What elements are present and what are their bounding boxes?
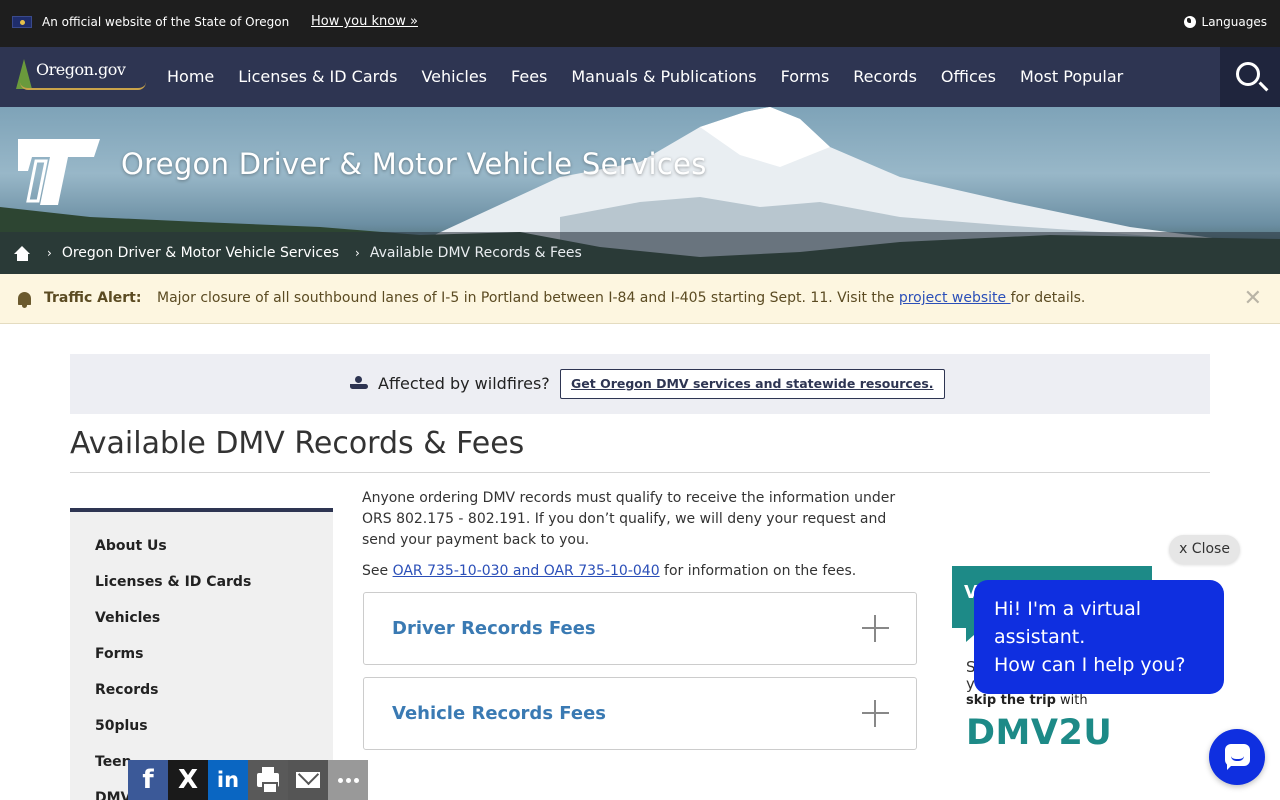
wildfire-text: Affected by wildfires? (378, 374, 550, 393)
nav-item-fees[interactable]: Fees (499, 47, 559, 107)
x-share-button[interactable]: X (168, 760, 208, 800)
sidebar: About Us Licenses & ID Cards Vehicles Fo… (70, 508, 333, 800)
alert-text-before: Major closure of all southbound lanes of… (157, 290, 899, 306)
chat-launcher-button[interactable] (1209, 729, 1265, 785)
main-navigation: Oregon.gov Home Licenses & ID Cards Vehi… (0, 47, 1280, 107)
plus-icon (862, 615, 889, 642)
promo-tagline-bold: skip the trip (966, 693, 1056, 708)
sidebar-menu: About Us Licenses & ID Cards Vehicles Fo… (70, 512, 333, 800)
share-bar: f X in (128, 760, 368, 800)
languages-label: Languages (1201, 15, 1267, 29)
facebook-icon: f (142, 765, 154, 795)
fees-note-suffix: for information on the fees. (659, 563, 857, 579)
sidebar-item-vehicles[interactable]: Vehicles (70, 600, 333, 636)
odot-logo-icon (18, 139, 100, 205)
oar-link[interactable]: OAR 735-10-030 and OAR 735-10-040 (393, 563, 660, 579)
project-website-link[interactable]: project website (899, 290, 1011, 306)
breadcrumb: › Oregon Driver & Motor Vehicle Services… (0, 232, 1280, 274)
logo-text: Oregon.gov (36, 60, 126, 79)
chevron-right-icon: › (355, 246, 360, 260)
nav-item-most-popular[interactable]: Most Popular (1008, 47, 1135, 107)
official-site-bar: An official website of the State of Oreg… (0, 0, 1280, 47)
linkedin-icon: in (216, 768, 240, 792)
fees-note: See OAR 735-10-030 and OAR 735-10-040 fo… (362, 561, 918, 582)
nav-item-forms[interactable]: Forms (769, 47, 842, 107)
close-icon[interactable]: ✕ (1244, 286, 1262, 311)
main-content: Anyone ordering DMV records must qualify… (362, 488, 918, 582)
plus-icon (862, 700, 889, 727)
hero-banner: Oregon Driver & Motor Vehicle Services ›… (0, 107, 1280, 274)
official-site-text: An official website of the State of Oreg… (42, 15, 290, 29)
email-share-button[interactable] (288, 760, 328, 800)
intro-paragraph: Anyone ordering DMV records must qualify… (362, 490, 896, 548)
printer-icon (257, 767, 279, 794)
nav-item-offices[interactable]: Offices (929, 47, 1008, 107)
breadcrumb-current: Available DMV Records & Fees (369, 245, 582, 261)
facebook-share-button[interactable]: f (128, 760, 168, 800)
alert-message: Major closure of all southbound lanes of… (157, 290, 1085, 306)
nav-item-manuals[interactable]: Manuals & Publications (559, 47, 768, 107)
title-divider (70, 472, 1210, 473)
accordion-title: Vehicle Records Fees (392, 703, 606, 724)
x-icon: X (177, 765, 199, 795)
sidebar-item-50plus[interactable]: 50plus (70, 708, 333, 744)
promo-tagline-rest: with (1055, 693, 1088, 708)
wildfire-banner: Affected by wildfires? Get Oregon DMV se… (70, 354, 1210, 414)
sidebar-item-licenses[interactable]: Licenses & ID Cards (70, 564, 333, 600)
nav-item-licenses[interactable]: Licenses & ID Cards (226, 47, 409, 107)
nav-item-vehicles[interactable]: Vehicles (409, 47, 499, 107)
accordion-title: Driver Records Fees (392, 618, 596, 639)
chevron-right-icon: › (47, 246, 52, 260)
agency-title: Oregon Driver & Motor Vehicle Services (121, 147, 707, 181)
chat-close-button[interactable]: x Close (1169, 535, 1240, 564)
more-icon (337, 777, 359, 783)
sidebar-item-about-us[interactable]: About Us (70, 528, 333, 564)
bell-icon (18, 292, 31, 308)
accordion-driver-records-fees[interactable]: Driver Records Fees (363, 592, 917, 665)
sidebar-item-forms[interactable]: Forms (70, 636, 333, 672)
search-icon (1236, 62, 1260, 86)
chat-icon (1225, 744, 1250, 770)
breadcrumb-dmv-link[interactable]: Oregon Driver & Motor Vehicle Services (62, 245, 339, 261)
nav-item-home[interactable]: Home (155, 47, 226, 107)
home-icon[interactable] (14, 245, 31, 261)
logo-swoosh (20, 82, 146, 90)
more-share-button[interactable] (328, 760, 368, 800)
helping-hand-icon (350, 376, 368, 390)
wildfire-resources-button[interactable]: Get Oregon DMV services and statewide re… (560, 369, 945, 399)
languages-button[interactable]: Languages (1183, 15, 1267, 29)
traffic-alert: Traffic Alert: Major closure of all sout… (0, 274, 1280, 324)
oregon-flag-icon (12, 16, 32, 28)
alert-text-after: for details. (1010, 290, 1086, 306)
chat-line-1: Hi! I'm a virtual (994, 598, 1142, 620)
mail-icon (296, 772, 320, 788)
dmv2u-logo: DMV2U (966, 713, 1113, 753)
alert-label: Traffic Alert: (44, 290, 142, 306)
nav-menu: Home Licenses & ID Cards Vehicles Fees M… (155, 47, 1135, 107)
chat-line-3: How can I help you? (994, 654, 1186, 676)
oregon-gov-logo[interactable]: Oregon.gov (12, 57, 146, 95)
linkedin-share-button[interactable]: in (208, 760, 248, 800)
how-you-know-link[interactable]: How you know » (311, 14, 418, 29)
accordion-vehicle-records-fees[interactable]: Vehicle Records Fees (363, 677, 917, 750)
globe-icon (1183, 16, 1196, 28)
fees-note-prefix: See (362, 563, 393, 579)
search-button[interactable] (1220, 47, 1280, 107)
sidebar-item-records[interactable]: Records (70, 672, 333, 708)
nav-item-records[interactable]: Records (841, 47, 929, 107)
chat-greeting-bubble[interactable]: Hi! I'm a virtual assistant. How can I h… (974, 580, 1224, 694)
promo-tagline: skip the trip with (966, 693, 1088, 708)
chat-line-2: assistant. (994, 626, 1086, 648)
print-button[interactable] (248, 760, 288, 800)
page-title: Available DMV Records & Fees (70, 426, 525, 461)
